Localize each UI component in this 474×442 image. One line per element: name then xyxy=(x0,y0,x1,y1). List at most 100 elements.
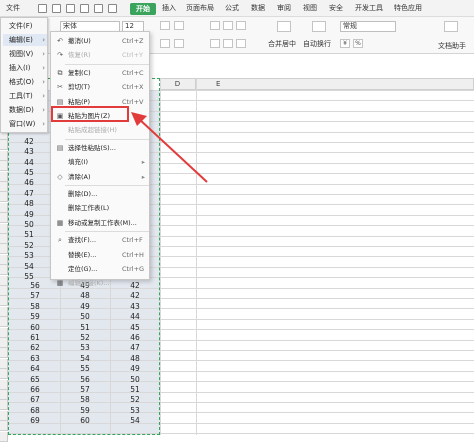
row-header[interactable] xyxy=(0,172,8,182)
align-middle-icon[interactable] xyxy=(223,21,233,30)
number-format-select[interactable]: 常规 xyxy=(340,21,396,32)
menu-separator xyxy=(65,63,149,65)
row-header[interactable] xyxy=(0,224,8,234)
row-header[interactable] xyxy=(0,317,8,327)
menu-window[interactable]: 窗口(W) › xyxy=(3,118,47,130)
preview-icon[interactable] xyxy=(66,4,75,13)
menu-item-replace[interactable]: 替换(E)... Ctrl+H xyxy=(52,248,149,262)
menu-item-shortcut: Ctrl+G xyxy=(122,265,145,273)
tab-security[interactable]: 安全 xyxy=(329,2,343,14)
tab-review[interactable]: 审阅 xyxy=(277,2,291,14)
chevron-right-icon: › xyxy=(42,92,45,100)
row-header[interactable] xyxy=(0,286,8,296)
menu-view-label: 视图(V) xyxy=(9,50,34,58)
tab-formula[interactable]: 公式 xyxy=(225,2,239,14)
menu-window-label: 窗口(W) xyxy=(9,120,36,128)
row-header[interactable] xyxy=(0,296,8,306)
font-grow-icon[interactable] xyxy=(160,21,170,30)
row-header[interactable] xyxy=(0,234,8,244)
menu-format-label: 格式(O) xyxy=(9,78,34,86)
menu-item-goto[interactable]: 定位(G)... Ctrl+G xyxy=(52,262,149,276)
auto-wrap-button[interactable]: 自动换行 xyxy=(303,39,331,49)
currency-button[interactable]: ¥ xyxy=(340,39,350,48)
row-header[interactable] xyxy=(0,265,8,275)
menu-item-label: 定位(G)... xyxy=(68,265,98,273)
row-header[interactable] xyxy=(0,411,8,421)
merge-center-icon[interactable] xyxy=(277,21,291,32)
row-header[interactable] xyxy=(0,276,8,286)
tab-start[interactable]: 开始 xyxy=(130,3,156,15)
annotation-arrow xyxy=(131,112,208,183)
menu-item-label: 填充(I) xyxy=(68,158,88,167)
row-header[interactable] xyxy=(0,244,8,254)
row-header[interactable] xyxy=(0,421,8,431)
merge-center-button[interactable]: 合并居中 xyxy=(268,39,296,49)
menu-format[interactable]: 格式(O) › xyxy=(3,76,47,88)
row-header[interactable] xyxy=(0,328,8,338)
menu-item-label: 撤消(U) xyxy=(68,37,91,45)
row-header[interactable] xyxy=(0,192,8,202)
edit-link-icon: ▦ xyxy=(56,279,64,288)
wrap-text-icon[interactable] xyxy=(312,21,326,32)
align-bottom-icon[interactable] xyxy=(236,21,246,30)
tab-insert[interactable]: 插入 xyxy=(162,2,176,14)
align-left-icon[interactable] xyxy=(210,39,220,48)
doc-helper-icon[interactable] xyxy=(444,21,458,32)
fill-color-icon[interactable] xyxy=(160,39,170,48)
tab-page-layout[interactable]: 页面布局 xyxy=(186,2,214,14)
row-header[interactable] xyxy=(0,359,8,369)
font-shrink-icon[interactable] xyxy=(174,21,184,30)
column-header-e[interactable]: E xyxy=(196,78,474,90)
print-icon[interactable] xyxy=(52,4,61,13)
menu-insert[interactable]: 插入(I) › xyxy=(3,62,47,74)
save-icon[interactable] xyxy=(38,4,47,13)
menu-item-copy[interactable]: ⧉ 复制(C) Ctrl+C xyxy=(52,66,149,80)
percent-button[interactable]: % xyxy=(353,39,363,48)
row-header[interactable] xyxy=(0,182,8,192)
row-header[interactable] xyxy=(0,380,8,390)
tab-developer[interactable]: 开发工具 xyxy=(355,2,383,14)
row-header[interactable] xyxy=(0,307,8,317)
tab-special[interactable]: 特色应用 xyxy=(394,2,422,14)
menu-item-delete-sheet[interactable]: 删除工作表(L) xyxy=(52,201,149,215)
row-header[interactable] xyxy=(0,203,8,213)
menu-file[interactable]: 文件(F) xyxy=(3,20,47,32)
copy-format-icon[interactable] xyxy=(80,4,89,13)
row-header[interactable] xyxy=(0,400,8,410)
menu-item-find[interactable]: ⌕ 查找(F)... Ctrl+F xyxy=(52,233,149,247)
font-color-icon[interactable] xyxy=(174,39,184,48)
row-header[interactable] xyxy=(0,338,8,348)
row-header[interactable] xyxy=(0,348,8,358)
row-header[interactable] xyxy=(0,369,8,379)
row-header[interactable] xyxy=(0,390,8,400)
column-header-d[interactable]: D xyxy=(160,78,196,90)
row-header[interactable] xyxy=(0,432,8,442)
tab-data[interactable]: 数据 xyxy=(251,2,265,14)
row-header[interactable] xyxy=(0,213,8,223)
align-center-icon[interactable] xyxy=(223,39,233,48)
menu-item-edit-link: ▦ 编辑链接(K)... xyxy=(52,276,149,290)
redo-quick-icon[interactable] xyxy=(108,4,117,13)
menu-data[interactable]: 数据(D) › xyxy=(3,104,47,116)
menu-item-shortcut: Ctrl+Z xyxy=(122,37,144,45)
menu-item-undo[interactable]: ↶ 撤消(U) Ctrl+Z xyxy=(52,34,149,48)
align-top-icon[interactable] xyxy=(210,21,220,30)
tab-view[interactable]: 视图 xyxy=(303,2,317,14)
menu-item-label: 替换(E)... xyxy=(68,250,97,259)
row-header[interactable] xyxy=(0,151,8,161)
menu-view[interactable]: 视图(V) › xyxy=(3,48,47,60)
file-menu-button[interactable]: 文件 xyxy=(6,2,20,14)
find-icon: ⌕ xyxy=(58,236,62,245)
row-header[interactable] xyxy=(0,161,8,171)
row-header[interactable] xyxy=(0,255,8,265)
doc-helper-button[interactable]: 文档助手 xyxy=(438,41,466,51)
menu-item-move-copy-sheet[interactable]: ▦ 移动或复制工作表(M)... xyxy=(52,216,149,230)
menu-edit[interactable]: 编辑(E) › xyxy=(3,34,47,46)
menu-item-cut[interactable]: ✂ 剪切(T) Ctrl+X xyxy=(52,80,149,94)
menu-tools[interactable]: 工具(T) › xyxy=(3,90,47,102)
align-right-icon[interactable] xyxy=(236,39,246,48)
paste-special-icon: ▤ xyxy=(56,143,64,152)
paste-link-icon xyxy=(56,126,64,134)
row-header[interactable] xyxy=(0,140,8,150)
undo-quick-icon[interactable] xyxy=(94,4,103,13)
